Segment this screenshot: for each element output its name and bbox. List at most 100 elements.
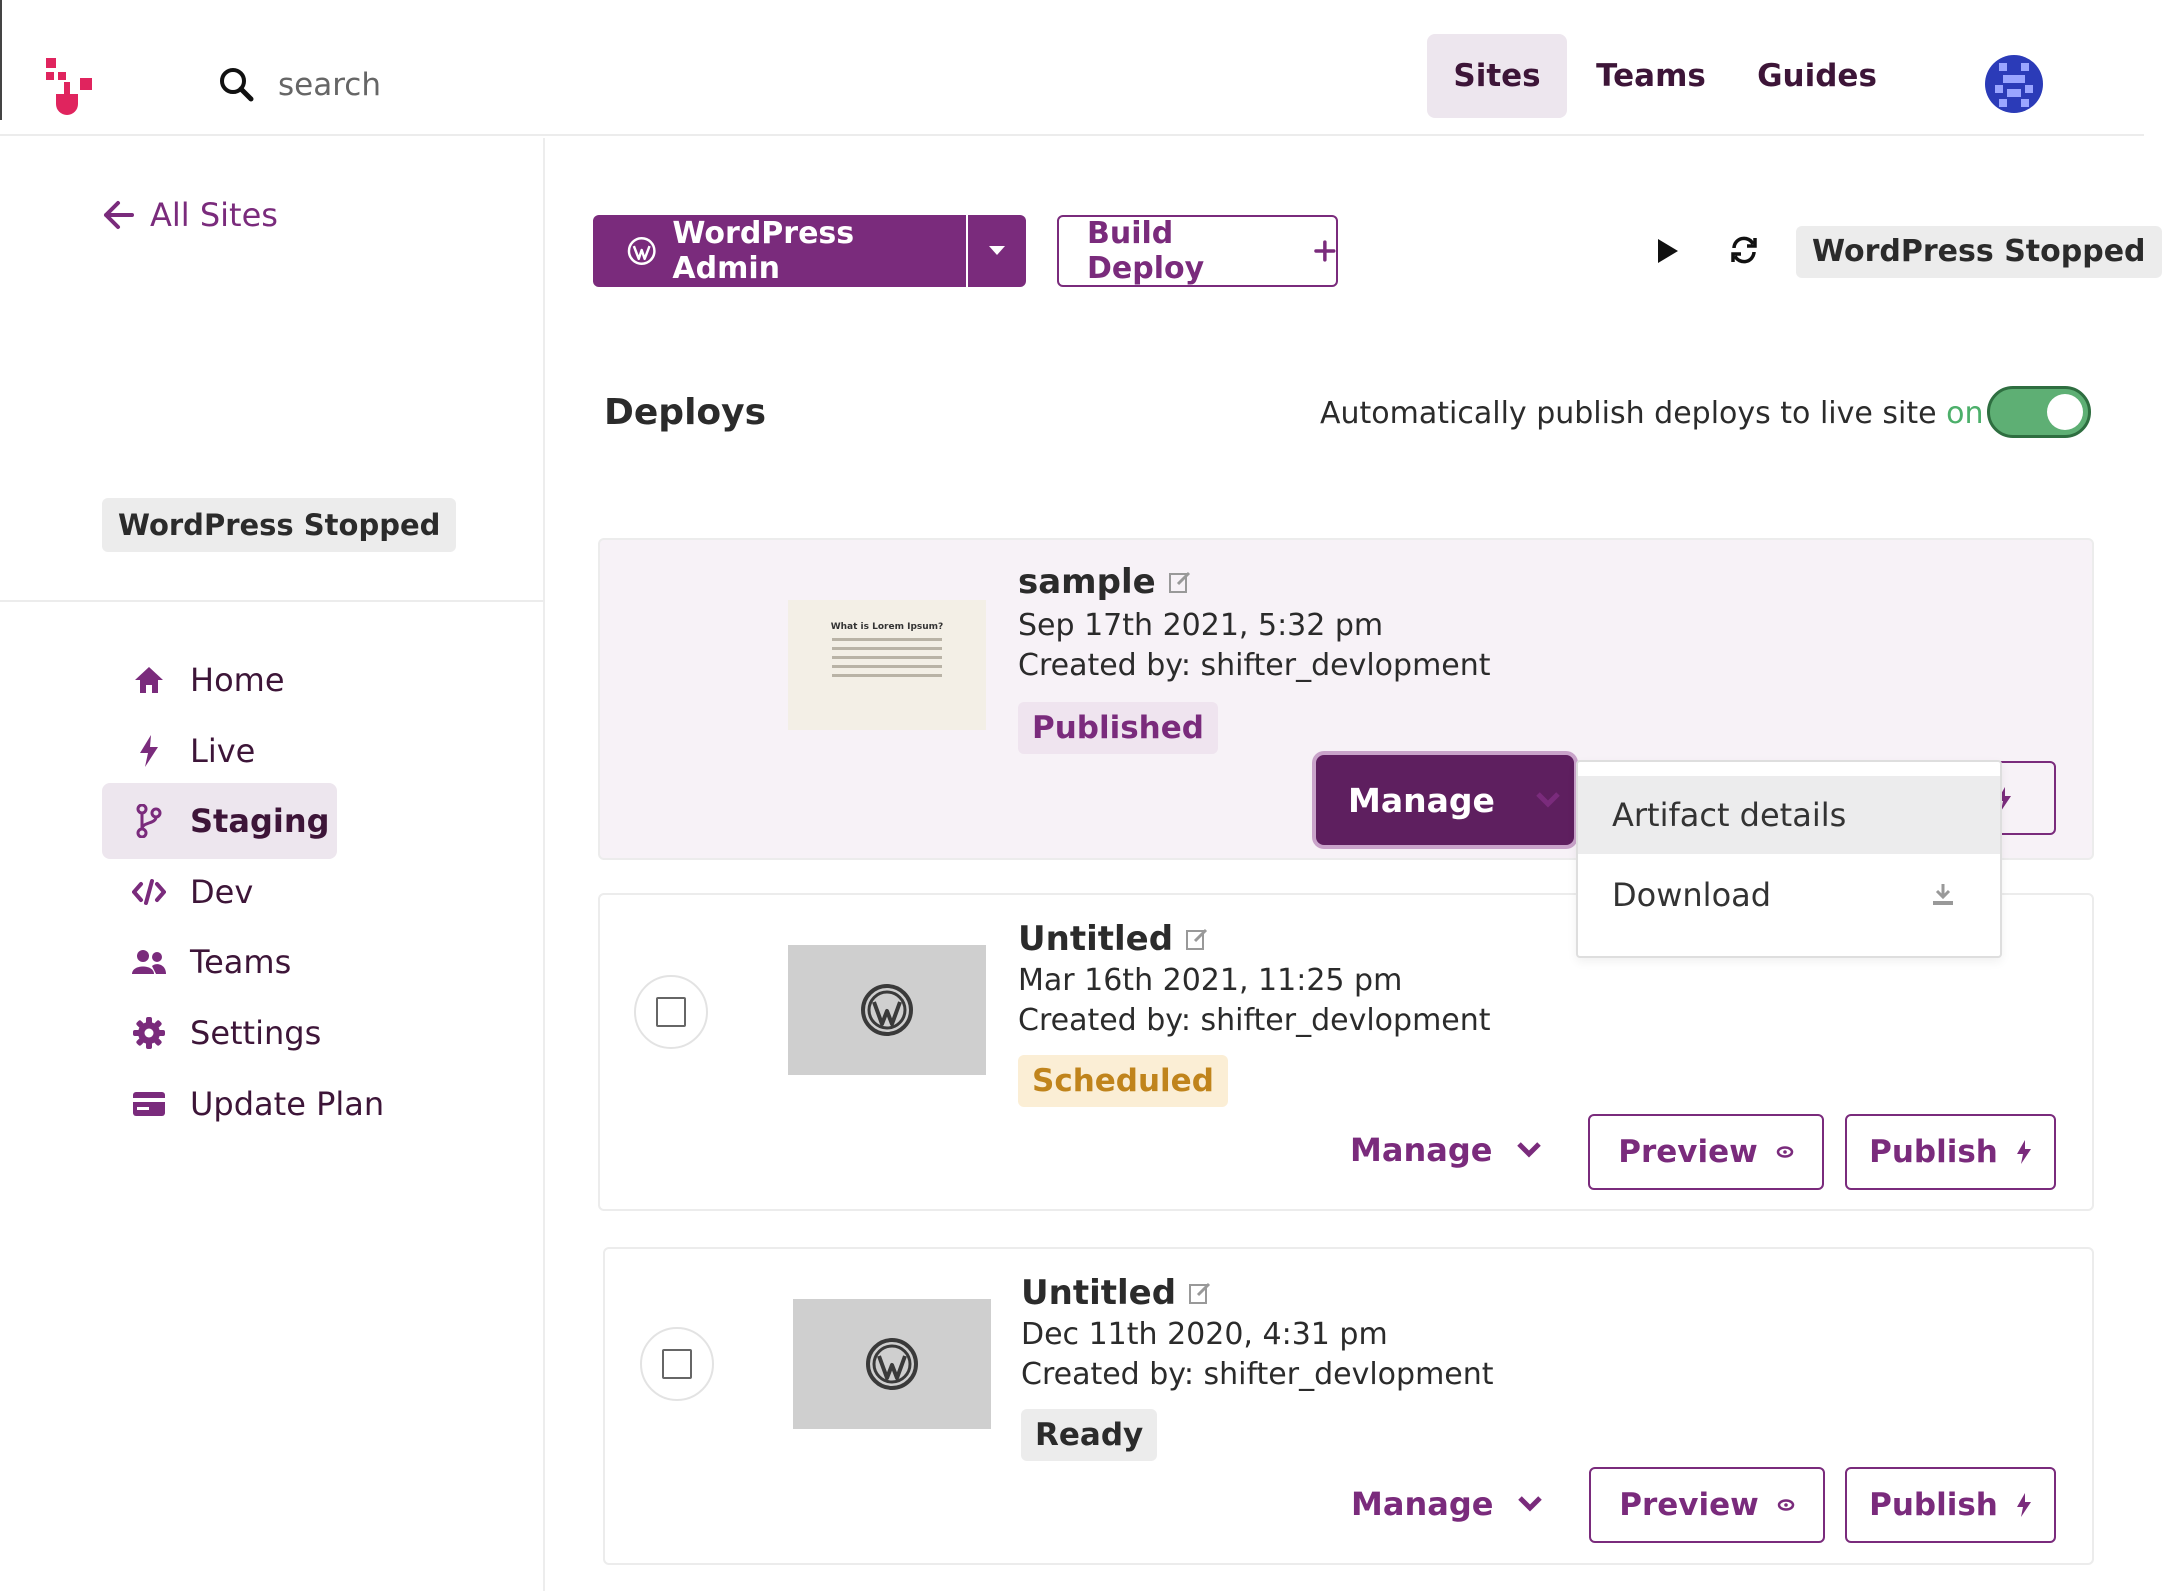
edit-icon[interactable] <box>1168 570 1192 594</box>
sidebar-item-label: Staging <box>190 802 330 840</box>
edit-icon[interactable] <box>1185 927 1209 951</box>
publish-label: Publish <box>1869 1487 1998 1523</box>
thumbnail-text: What is Lorem Ipsum? <box>830 622 944 632</box>
edit-icon[interactable] <box>1188 1281 1212 1305</box>
auto-publish-text: Automatically publish deploys to live si… <box>1320 396 1937 431</box>
sidebar-item-label: Home <box>190 661 285 699</box>
build-deploy-label: Build Deploy <box>1087 216 1205 286</box>
deploy-meta: Dec 11th 2020, 4:31 pm Created by: shift… <box>1021 1315 1494 1395</box>
wordpress-status-badge: WordPress Stopped <box>102 498 457 552</box>
wordpress-status-badge: WordPress Stopped <box>1796 226 2162 278</box>
all-sites-label: All Sites <box>150 196 278 234</box>
wordpress-admin-label: WordPress Admin <box>672 216 855 286</box>
sidebar-item-label: Teams <box>190 943 292 981</box>
wordpress-icon <box>627 237 656 265</box>
select-checkbox[interactable] <box>634 975 708 1049</box>
manage-label: Manage <box>1350 1131 1493 1169</box>
status-badge: Ready <box>1021 1409 1158 1461</box>
menu-item-label: Artifact details <box>1612 796 1847 834</box>
search-icon[interactable] <box>218 66 254 102</box>
sidebar-item-update-plan[interactable]: Update Plan <box>102 1066 402 1142</box>
menu-item-artifact-details[interactable]: Artifact details <box>1578 776 2000 854</box>
manage-button[interactable]: Manage <box>1351 1485 1543 1523</box>
checkbox-box <box>656 997 686 1027</box>
deploy-meta: Mar 16th 2021, 11:25 pm Created by: shif… <box>1018 961 1491 1041</box>
sidebar-item-label: Update Plan <box>190 1085 385 1123</box>
deploy-name-text: sample <box>1018 562 1156 602</box>
manage-label: Manage <box>1351 1485 1494 1523</box>
plus-icon <box>1314 240 1336 262</box>
thumbnail-line <box>832 647 942 650</box>
play-icon[interactable] <box>1652 236 1682 266</box>
deploy-created-by: Created by: shifter_devlopment <box>1018 648 1491 683</box>
top-bar: Sites Teams Guides <box>0 0 2144 136</box>
auto-publish-toggle[interactable] <box>1987 386 2091 438</box>
refresh-icon[interactable] <box>1728 234 1760 266</box>
deploy-name-text: Untitled <box>1021 1273 1177 1313</box>
branch-icon <box>132 804 166 838</box>
sidebar-item-dev[interactable]: Dev <box>102 854 337 930</box>
avatar[interactable] <box>1985 55 2043 113</box>
checkbox-box <box>662 1349 692 1379</box>
thumbnail-line <box>832 656 942 659</box>
deploy-name[interactable]: Untitled <box>1021 1273 1212 1313</box>
select-checkbox[interactable] <box>640 1327 714 1401</box>
deploy-card: Untitled Dec 11th 2020, 4:31 pm Created … <box>603 1247 2094 1565</box>
gear-icon <box>132 1016 166 1050</box>
shifter-logo[interactable] <box>46 58 94 120</box>
build-deploy-button[interactable]: Build Deploy <box>1057 215 1338 287</box>
nav-guides[interactable]: Guides <box>1752 34 1882 118</box>
publish-label: Publish <box>1869 1134 1998 1170</box>
search-input[interactable] <box>278 62 578 108</box>
status-badge: Published <box>1018 702 1218 754</box>
deploy-name-text: Untitled <box>1018 919 1174 959</box>
sidebar-divider <box>0 600 545 602</box>
deploys-heading: Deploys <box>604 392 767 433</box>
deploy-thumbnail <box>788 945 986 1075</box>
sidebar-item-home[interactable]: Home <box>102 642 337 718</box>
eye-icon <box>1777 1499 1795 1511</box>
deploy-date: Sep 17th 2021, 5:32 pm <box>1018 608 1384 643</box>
deploy-meta: Sep 17th 2021, 5:32 pm Created by: shift… <box>1018 606 1491 686</box>
manage-button-active[interactable]: Manage <box>1316 755 1574 845</box>
nav-sites[interactable]: Sites <box>1427 34 1567 118</box>
deploy-thumbnail: What is Lorem Ipsum? <box>788 600 986 730</box>
all-sites-link[interactable]: All Sites <box>102 190 278 240</box>
preview-button[interactable]: Preview <box>1589 1467 1825 1543</box>
users-icon <box>132 945 166 979</box>
sidebar-item-teams[interactable]: Teams <box>102 924 337 1000</box>
chevron-down-icon <box>1517 1142 1542 1158</box>
thumbnail-line <box>832 638 942 641</box>
deploy-created-by: Created by: shifter_devlopment <box>1021 1357 1494 1392</box>
code-icon <box>132 875 166 909</box>
menu-item-download[interactable]: Download <box>1578 856 2000 934</box>
deploy-date: Dec 11th 2020, 4:31 pm <box>1021 1317 1388 1352</box>
deploy-created-by: Created by: shifter_devlopment <box>1018 1003 1491 1038</box>
sidebar-item-settings[interactable]: Settings <box>102 995 337 1071</box>
thumbnail-line <box>832 674 942 677</box>
sidebar-item-live[interactable]: Live <box>102 713 337 789</box>
avatar-pattern-icon <box>1995 63 2033 107</box>
auto-publish-state: on <box>1946 396 1984 431</box>
wordpress-admin-button[interactable]: WordPress Admin <box>593 215 966 287</box>
status-badge: Scheduled <box>1018 1055 1228 1107</box>
sidebar-item-label: Dev <box>190 873 254 911</box>
thumbnail-line <box>832 665 942 668</box>
sidebar: All Sites WordPress Stopped Home Live St… <box>0 138 545 1591</box>
publish-button[interactable]: Publish <box>1845 1467 2056 1543</box>
deploy-name[interactable]: Untitled <box>1018 919 1209 959</box>
nav-teams[interactable]: Teams <box>1586 34 1716 118</box>
sidebar-item-staging[interactable]: Staging <box>102 783 337 859</box>
chevron-down-icon <box>1536 792 1560 808</box>
publish-button[interactable]: Publish <box>1845 1114 2056 1190</box>
window-edge <box>0 0 2 120</box>
auto-publish-label: Automatically publish deploys to live si… <box>1320 396 1983 431</box>
sidebar-item-label: Settings <box>190 1014 322 1052</box>
preview-button[interactable]: Preview <box>1588 1114 1824 1190</box>
eye-icon <box>1776 1146 1794 1158</box>
wordpress-admin-dropdown-toggle[interactable] <box>968 215 1026 287</box>
deploy-name[interactable]: sample <box>1018 562 1192 602</box>
card-icon <box>132 1087 166 1121</box>
manage-button[interactable]: Manage <box>1350 1131 1542 1169</box>
wordpress-logo-icon <box>866 1338 918 1390</box>
